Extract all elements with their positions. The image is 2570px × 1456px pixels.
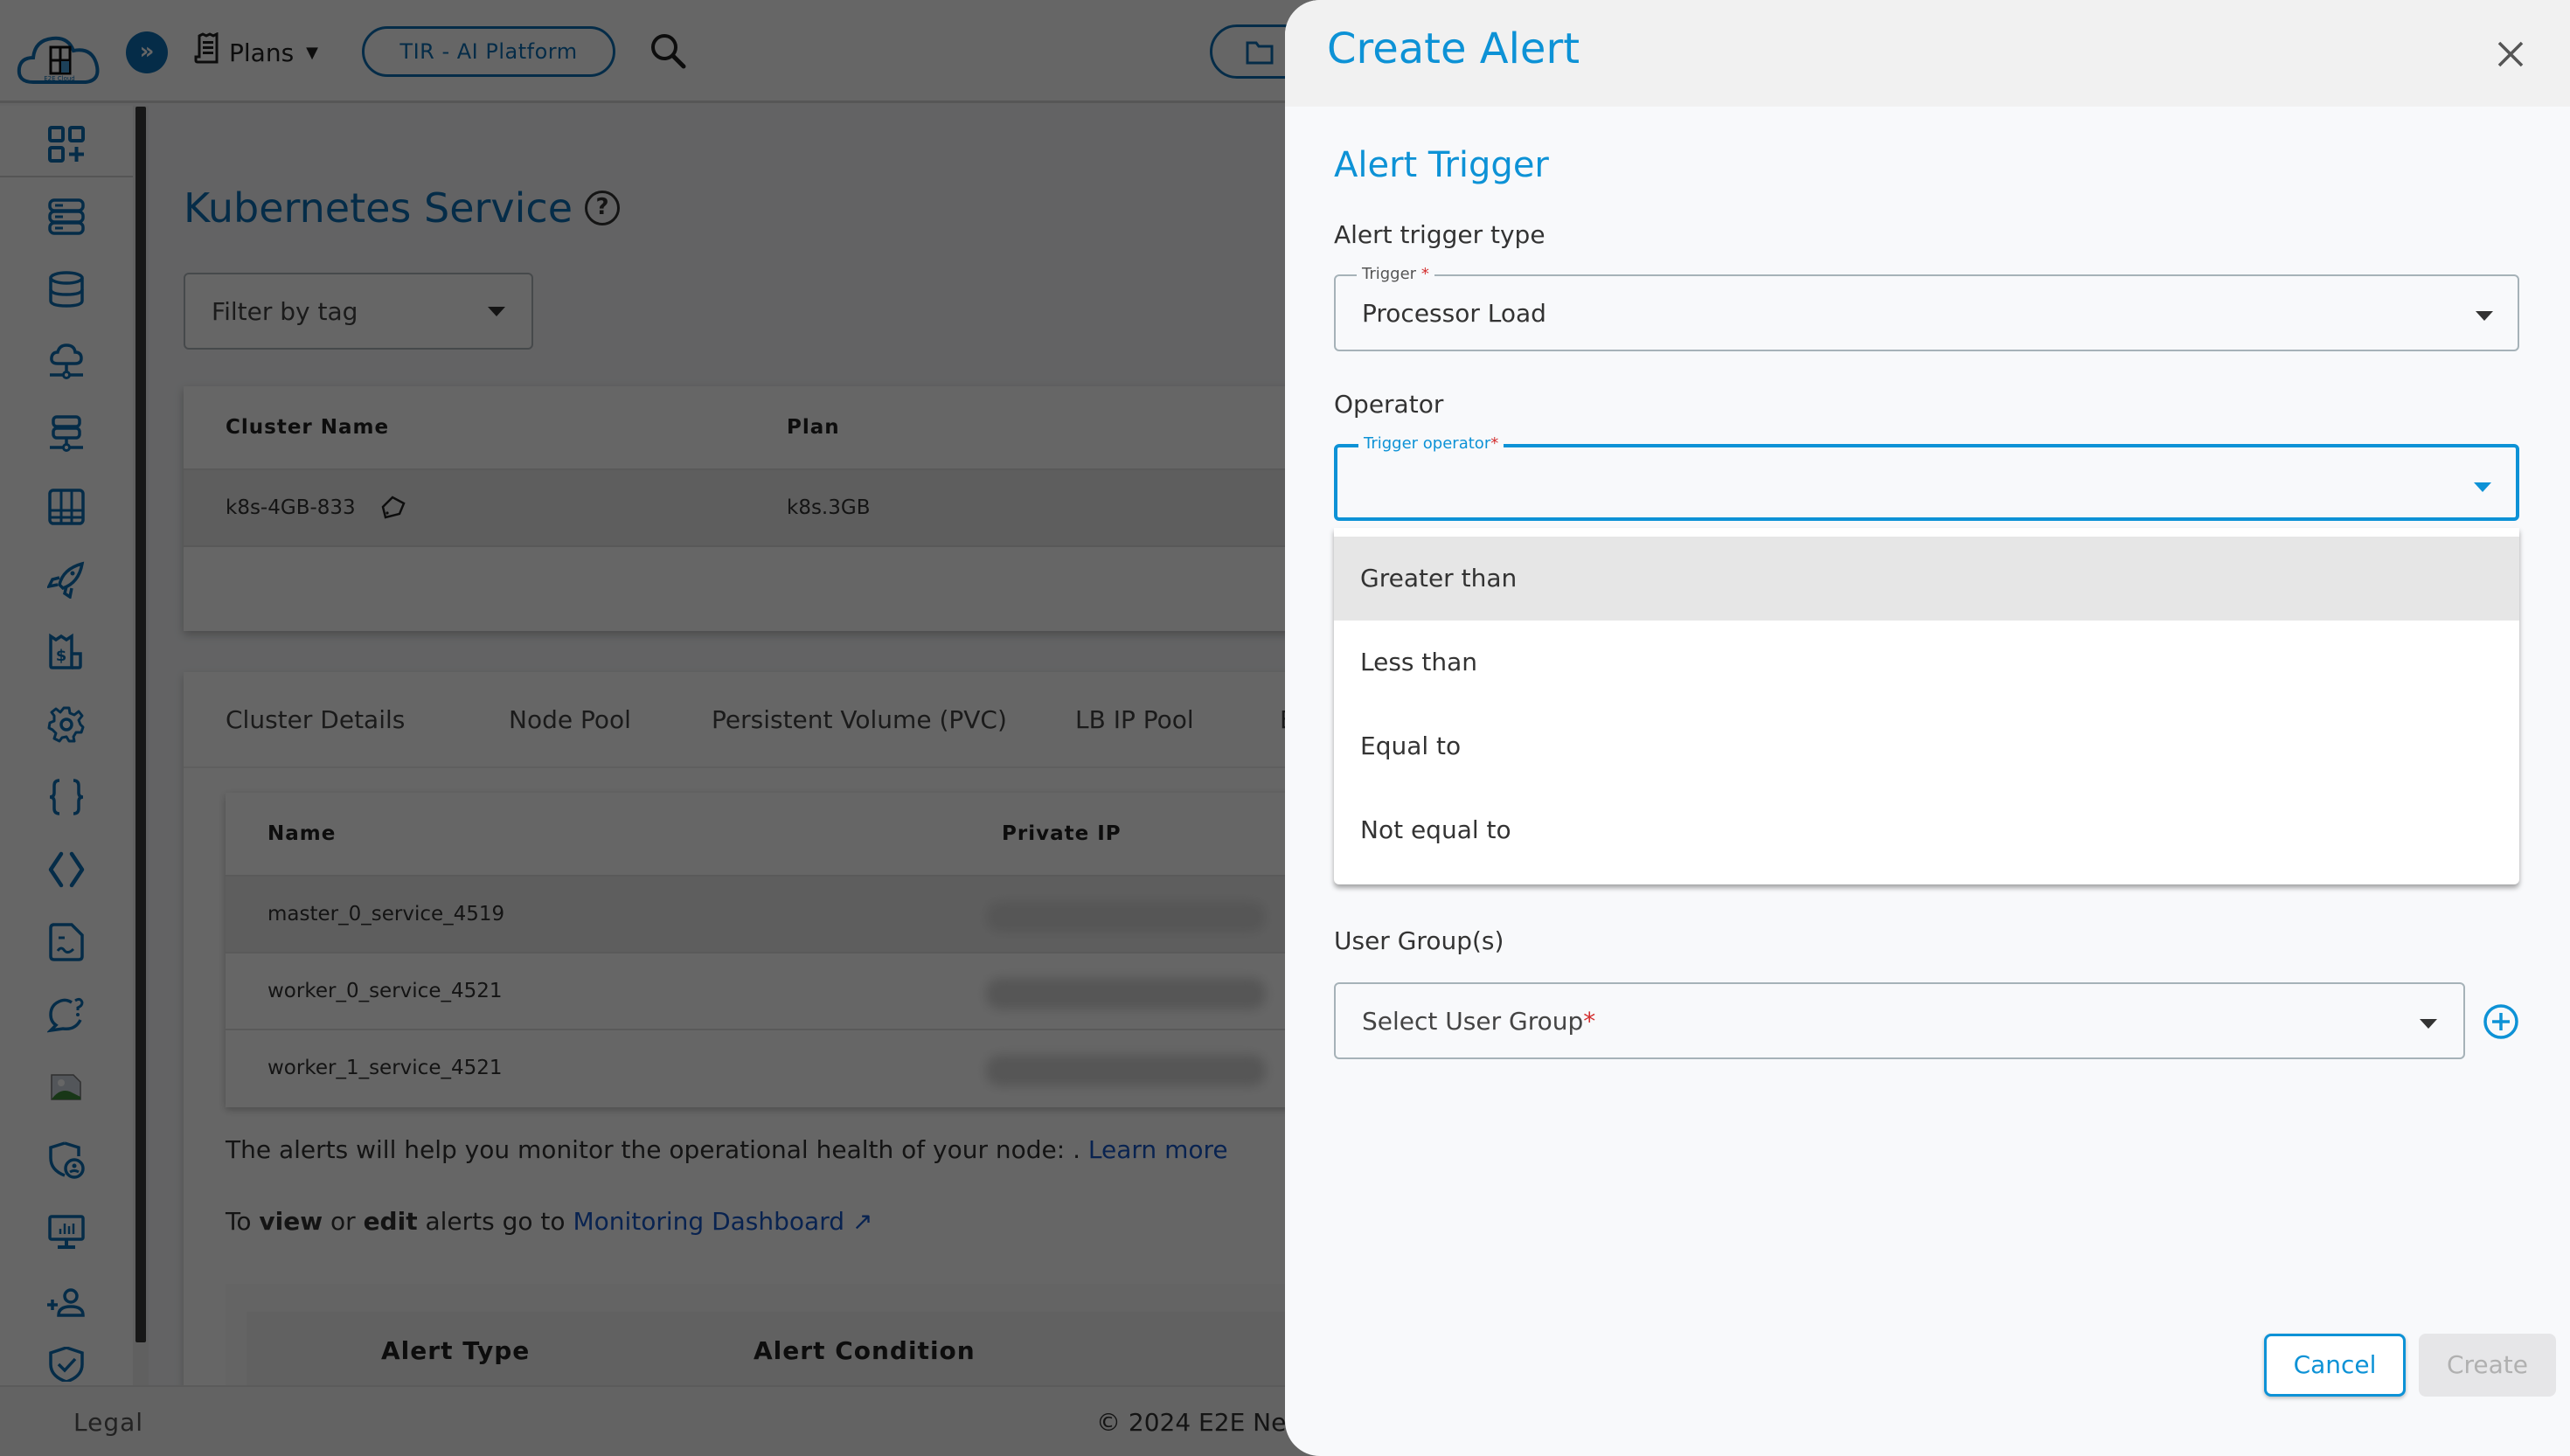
alert-trigger-type-label: Alert trigger type	[1334, 220, 1545, 249]
option-less-than[interactable]: Less than	[1334, 621, 2519, 704]
trigger-legend: Trigger *	[1357, 265, 1434, 284]
required-mark: *	[1420, 265, 1429, 283]
operator-label: Operator	[1334, 390, 1444, 419]
option-greater-than[interactable]: Greater than	[1334, 537, 2519, 621]
add-user-group-button[interactable]	[2483, 1003, 2519, 1040]
caret-down-icon	[2420, 1019, 2437, 1029]
option-equal-to[interactable]: Equal to	[1334, 704, 2519, 788]
close-icon	[2497, 41, 2524, 67]
user-group-placeholder-text: Select User Group	[1362, 1007, 1584, 1036]
cancel-button[interactable]: Cancel	[2264, 1334, 2406, 1397]
trigger-legend-text: Trigger	[1362, 265, 1417, 283]
caret-down-icon	[2474, 482, 2491, 492]
trigger-operator-legend: Trigger operator*	[1358, 434, 1504, 454]
close-button[interactable]	[2488, 31, 2533, 77]
create-button[interactable]: Create	[2419, 1334, 2556, 1397]
user-group-placeholder: Select User Group*	[1362, 1007, 1595, 1036]
option-not-equal-to[interactable]: Not equal to	[1334, 788, 2519, 872]
plus-circle-icon	[2483, 1004, 2518, 1039]
trigger-operator-select[interactable]: Trigger operator*	[1334, 434, 2519, 521]
create-alert-drawer: Create Alert Alert Trigger Alert trigger…	[1285, 0, 2570, 1456]
caret-down-icon	[2476, 311, 2493, 321]
user-group-select[interactable]: Select User Group*	[1334, 982, 2465, 1059]
trigger-operator-legend-text: Trigger operator	[1364, 434, 1491, 453]
user-groups-label: User Group(s)	[1334, 926, 1504, 955]
drawer-header: Create Alert	[1285, 0, 2570, 107]
required-mark: *	[1583, 1007, 1596, 1036]
trigger-select[interactable]: Trigger * Processor Load	[1334, 265, 2519, 351]
operator-options-menu: Greater than Less than Equal to Not equa…	[1334, 528, 2519, 884]
section-title-alert-trigger: Alert Trigger	[1334, 145, 1549, 185]
drawer-title: Create Alert	[1327, 24, 1580, 73]
trigger-value: Processor Load	[1362, 299, 1546, 328]
required-mark: *	[1490, 434, 1499, 453]
